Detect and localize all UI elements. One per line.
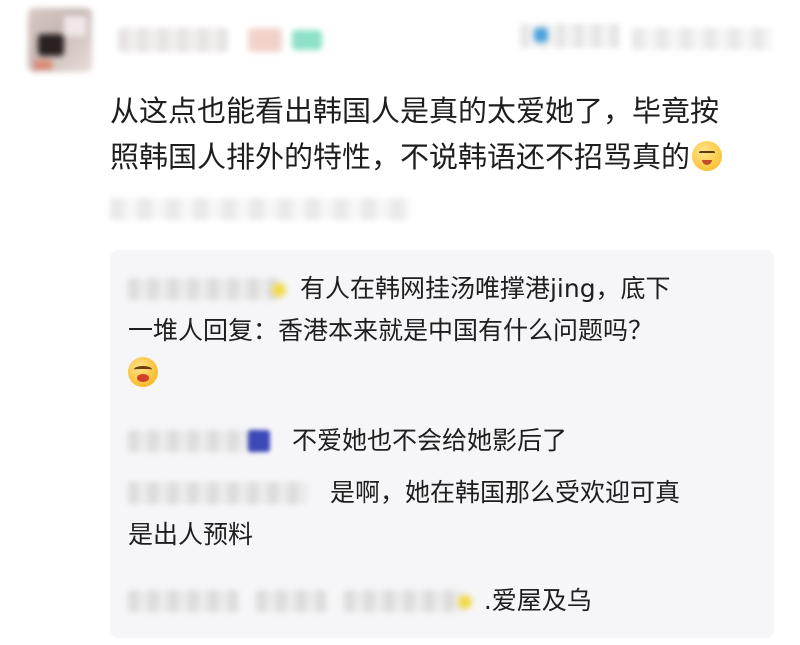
blurred-badge xyxy=(248,28,282,52)
reply-text: 是啊，她在韩国那么受欢迎可真 xyxy=(329,478,680,507)
reply-text: .爱屋及乌 xyxy=(483,586,592,615)
blurred-username[interactable] xyxy=(118,28,228,52)
blurred-reply-username xyxy=(343,590,464,612)
blurred-badge xyxy=(272,283,286,297)
blurred-reply-username[interactable] xyxy=(128,278,278,300)
reply-text: 一堆人回复：香港本来就是中国有什么问题吗？ xyxy=(128,316,654,345)
post-text-line: 从这点也能看出韩国人是真的太爱她了，毕竟按 xyxy=(110,94,720,128)
avatar[interactable] xyxy=(28,8,92,72)
angry-face-icon xyxy=(692,141,723,171)
blurred-reply-username[interactable] xyxy=(128,482,308,504)
blurred-timestamp xyxy=(520,24,620,48)
reply-item: 是啊，她在韩国那么受欢迎可真 是出人预料 xyxy=(128,472,768,556)
blurred-badge xyxy=(457,595,472,609)
blurred-reply-username[interactable] xyxy=(128,590,238,612)
reply-item: 有人在韩网挂汤唯撑港jing，底下 一堆人回复：香港本来就是中国有什么问题吗？ xyxy=(128,268,768,394)
post-text-segment: 照韩国人排外的特性，不说韩语还不招骂真的 xyxy=(110,140,691,174)
reply-item: .爱屋及乌 xyxy=(128,580,768,622)
blurred-actions[interactable] xyxy=(632,28,772,50)
post-text-line: 照韩国人排外的特性，不说韩语还不招骂真的 xyxy=(110,134,790,180)
reply-text: 不爱她也不会给她影后了 xyxy=(291,426,567,455)
post-body: 从这点也能看出韩国人是真的太爱她了，毕竟按 照韩国人排外的特性，不说韩语还不招骂… xyxy=(110,88,790,180)
laughing-face-icon xyxy=(128,357,158,387)
replies-panel: 有人在韩网挂汤唯撑港jing，底下 一堆人回复：香港本来就是中国有什么问题吗？ … xyxy=(110,250,774,638)
reply-text: 是出人预料 xyxy=(128,520,254,549)
reply-text: 有人在韩网挂汤唯撑港jing，底下 xyxy=(299,274,671,303)
blurred-badge xyxy=(292,30,322,50)
blurred-post-meta xyxy=(110,198,410,220)
reply-item: 不爱她也不会给她影后了 xyxy=(128,420,768,462)
blurred-reply-username[interactable] xyxy=(128,430,258,452)
blurred-reply-username xyxy=(255,590,326,612)
blurred-badge xyxy=(248,430,270,452)
